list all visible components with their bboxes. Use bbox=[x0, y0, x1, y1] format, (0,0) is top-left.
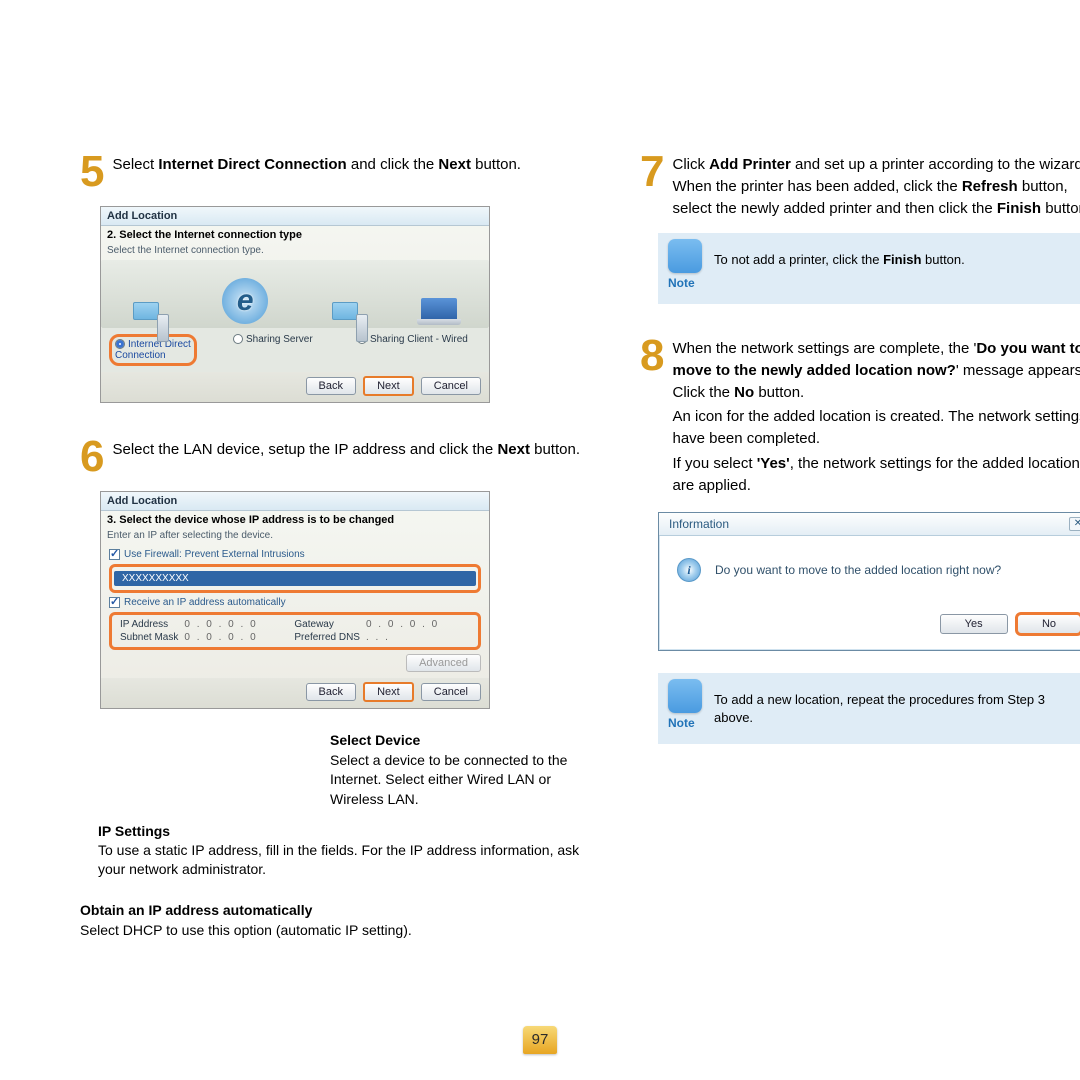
note-box-2: Note To add a new location, repeat the p… bbox=[658, 673, 1080, 744]
step-5: 5 Select Internet Direct Connection and … bbox=[80, 150, 580, 194]
radio-icon bbox=[115, 339, 125, 349]
step-number: 8 bbox=[640, 334, 664, 496]
step-text: Select Internet Direct Connection and cl… bbox=[112, 150, 521, 194]
callout-ip-settings: IP Settings To use a static IP address, … bbox=[98, 822, 580, 879]
step-text: Click Add Printer and set up a printer a… bbox=[672, 150, 1080, 219]
ip-settings-highlight: IP Address 0 . 0 . 0 . 0 Gateway 0 . 0 .… bbox=[109, 612, 481, 650]
subnet-label: Subnet Mask bbox=[120, 632, 178, 643]
step-6: 6 Select the LAN device, setup the IP ad… bbox=[80, 435, 580, 479]
next-button[interactable]: Next bbox=[363, 682, 414, 702]
note-label: Note bbox=[668, 715, 702, 732]
callout-select-device: Select Device Select a device to be conn… bbox=[330, 731, 580, 809]
step-text: When the network settings are complete, … bbox=[672, 334, 1080, 496]
button-bar: Back Next Cancel bbox=[101, 678, 489, 708]
no-button[interactable]: No bbox=[1015, 612, 1080, 636]
dialog-message: Do you want to move to the added locatio… bbox=[715, 563, 1001, 577]
next-button[interactable]: Next bbox=[363, 376, 414, 396]
yes-button[interactable]: Yes bbox=[940, 614, 1008, 634]
device-name-field[interactable]: XXXXXXXXXX bbox=[114, 571, 476, 586]
window-subtitle: 2. Select the Internet connection type bbox=[101, 226, 489, 244]
window-title: Add Location bbox=[101, 207, 489, 226]
device-select-highlight: XXXXXXXXXX bbox=[109, 564, 481, 593]
back-button[interactable]: Back bbox=[306, 683, 356, 701]
note-icon bbox=[668, 679, 702, 713]
note-text: To not add a printer, click the Finish b… bbox=[714, 245, 965, 269]
dialog-buttons: Yes No bbox=[659, 604, 1080, 650]
button-bar: Back Next Cancel bbox=[101, 372, 489, 402]
internet-explorer-icon: e bbox=[222, 278, 268, 324]
step-number: 6 bbox=[80, 435, 104, 479]
window-subtitle: 3. Select the device whose IP address is… bbox=[101, 511, 489, 529]
step-number: 7 bbox=[640, 150, 664, 219]
step-number: 5 bbox=[80, 150, 104, 194]
window-hint: Enter an IP after selecting the device. bbox=[101, 529, 489, 545]
window-hint: Select the Internet connection type. bbox=[101, 244, 489, 260]
note-box-1: Note To not add a printer, click the Fin… bbox=[658, 233, 1080, 304]
pc-device-icon bbox=[133, 302, 159, 320]
page-number-badge: 97 bbox=[523, 1026, 557, 1054]
window-title: Add Location bbox=[101, 492, 489, 511]
info-icon: i bbox=[677, 558, 701, 582]
gateway-field[interactable]: 0 . 0 . 0 . 0 bbox=[366, 619, 470, 630]
laptop-icon bbox=[421, 298, 457, 320]
ip-address-field[interactable]: 0 . 0 . 0 . 0 bbox=[184, 619, 288, 630]
dialog-titlebar: Information ✕ bbox=[659, 513, 1080, 536]
dns-field[interactable]: . . . bbox=[366, 632, 470, 643]
gateway-label: Gateway bbox=[294, 619, 360, 630]
step-7: 7 Click Add Printer and set up a printer… bbox=[640, 150, 1080, 219]
note-label: Note bbox=[668, 275, 702, 292]
subnet-field[interactable]: 0 . 0 . 0 . 0 bbox=[184, 632, 288, 643]
information-dialog: Information ✕ i Do you want to move to t… bbox=[658, 512, 1080, 651]
connection-diagram: e bbox=[101, 260, 489, 328]
dns-label: Preferred DNS bbox=[294, 632, 360, 643]
back-button[interactable]: Back bbox=[306, 377, 356, 395]
pc-device-icon bbox=[332, 302, 358, 320]
close-icon[interactable]: ✕ bbox=[1069, 517, 1080, 531]
step-8: 8 When the network settings are complete… bbox=[640, 334, 1080, 496]
ip-address-label: IP Address bbox=[120, 619, 178, 630]
cancel-button[interactable]: Cancel bbox=[421, 683, 481, 701]
radio-icon bbox=[233, 334, 243, 344]
add-location-window-2: Add Location 3. Select the device whose … bbox=[100, 491, 490, 709]
checkbox-icon bbox=[109, 597, 120, 608]
checkbox-icon bbox=[109, 549, 120, 560]
option-internet-direct[interactable]: Internet Direct Connection bbox=[109, 334, 197, 366]
callout-auto-ip: Obtain an IP address automatically Selec… bbox=[80, 901, 580, 939]
option-sharing-server[interactable]: Sharing Server bbox=[233, 334, 357, 366]
advanced-button[interactable]: Advanced bbox=[406, 654, 481, 672]
dialog-title: Information bbox=[669, 517, 729, 531]
note-text: To add a new location, repeat the proced… bbox=[714, 685, 1080, 727]
firewall-checkbox[interactable]: Use Firewall: Prevent External Intrusion… bbox=[109, 549, 481, 560]
option-sharing-client[interactable]: Sharing Client - Wired bbox=[357, 334, 481, 366]
auto-ip-checkbox[interactable]: Receive an IP address automatically bbox=[109, 597, 481, 608]
step-text: Select the LAN device, setup the IP addr… bbox=[112, 435, 580, 479]
add-location-window-1: Add Location 2. Select the Internet conn… bbox=[100, 206, 490, 403]
note-icon bbox=[668, 239, 702, 273]
cancel-button[interactable]: Cancel bbox=[421, 377, 481, 395]
